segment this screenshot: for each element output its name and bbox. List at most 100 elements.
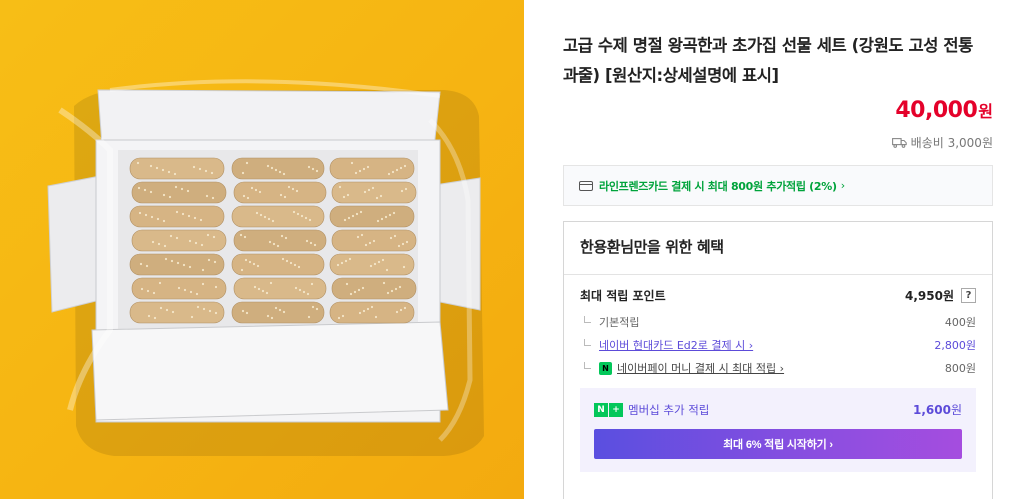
- puffed-rice-speck: [266, 164, 270, 168]
- membership-panel: N + 멤버십 추가 적립 1,600원 최대 6% 적립 시작하기 ›: [580, 388, 976, 472]
- start-membership-button[interactable]: 최대 6% 적립 시작하기 ›: [594, 429, 962, 459]
- hangwa-cookie: [231, 157, 325, 180]
- puffed-rice-speck: [294, 286, 298, 290]
- card-promo-banner[interactable]: 라인프렌즈카드 결제 시 최대 800원 추가적립 (2%) ›: [563, 165, 993, 206]
- puffed-rice-speck: [149, 190, 153, 194]
- puffed-rice-speck: [147, 314, 151, 318]
- puffed-rice-speck: [261, 289, 265, 293]
- points-item-basic: 기본적립 400원: [580, 314, 976, 330]
- puffed-rice-speck: [201, 268, 205, 272]
- puffed-rice-speck: [256, 264, 260, 268]
- points-item-label: 기본적립: [599, 316, 640, 329]
- membership-value-unit: 원: [950, 403, 962, 417]
- puffed-rice-speck: [311, 167, 315, 171]
- credit-card-icon: [579, 180, 593, 191]
- puffed-rice-speck: [399, 166, 403, 170]
- hangwa-gift-box-illustration: [47, 79, 484, 457]
- puffed-rice-speck: [239, 233, 243, 237]
- puffed-rice-speck: [362, 309, 366, 313]
- puffed-rice-speck: [372, 239, 376, 243]
- puffed-rice-speck: [268, 240, 272, 244]
- puffed-rice-speck: [207, 258, 211, 262]
- membership-label: 멤버십 추가 적립: [628, 402, 710, 417]
- puffed-rice-speck: [175, 236, 179, 240]
- puffed-rice-speck: [259, 213, 263, 217]
- puffed-rice-speck: [357, 288, 361, 292]
- points-item-hyundai-card[interactable]: 네이버 현대카드 Ed2로 결제 시 › 2,800원: [580, 337, 976, 353]
- puffed-rice-speck: [149, 164, 153, 168]
- puffed-rice-speck: [395, 310, 399, 314]
- puffed-rice-speck: [173, 172, 177, 176]
- puffed-rice-speck: [343, 218, 347, 222]
- puffed-rice-speck: [307, 315, 311, 319]
- price: 40,000 원: [895, 98, 993, 123]
- puffed-rice-speck: [403, 306, 407, 310]
- naverpay-icon: N: [599, 361, 612, 375]
- puffed-rice-speck: [190, 315, 194, 319]
- puffed-rice-speck: [193, 216, 197, 220]
- puffed-rice-speck: [385, 268, 389, 272]
- puffed-rice-speck: [369, 264, 373, 268]
- branch-line-icon: [584, 316, 591, 323]
- hangwa-cookie: [329, 205, 415, 228]
- hangwa-cookie: [329, 301, 415, 324]
- puffed-rice-speck: [146, 289, 150, 293]
- puffed-rice-speck: [282, 310, 286, 314]
- points-item-label[interactable]: 네이버페이 머니 결제 시 최대 적립 ›: [617, 360, 784, 376]
- help-icon[interactable]: ?: [961, 288, 976, 303]
- puffed-rice-speck: [367, 188, 371, 192]
- puffed-rice-speck: [356, 235, 360, 239]
- puffed-rice-speck: [250, 186, 254, 190]
- points-item-naverpay[interactable]: N 네이버페이 머니 결제 시 최대 적립 › 800원: [580, 360, 976, 376]
- puffed-rice-speck: [296, 212, 300, 216]
- puffed-rice-speck: [390, 289, 394, 293]
- puffed-rice-speck: [382, 281, 386, 285]
- puffed-rice-speck: [349, 292, 353, 296]
- puffed-rice-speck: [153, 316, 157, 320]
- card-promo-text: 라인프렌즈카드 결제 시 최대 800원 추가적립 (2%): [599, 179, 837, 193]
- puffed-rice-speck: [205, 194, 209, 198]
- puffed-rice-speck: [363, 190, 367, 194]
- puffed-rice-speck: [289, 261, 293, 265]
- hangwa-cookies: [129, 157, 417, 324]
- puffed-rice-speck: [269, 281, 273, 285]
- puffed-rice-speck: [137, 186, 141, 190]
- puffed-rice-speck: [192, 165, 196, 169]
- puffed-rice-speck: [397, 244, 401, 248]
- puffed-rice-speck: [211, 196, 215, 200]
- points-item-value: 2,800원: [934, 339, 976, 352]
- puffed-rice-speck: [171, 310, 175, 314]
- hangwa-cookie: [331, 277, 417, 300]
- puffed-rice-speck: [183, 288, 187, 292]
- points-item-label[interactable]: 네이버 현대카드 Ed2로 결제 시 ›: [599, 337, 753, 353]
- shipping-fee-text: 배송비 3,000원: [910, 136, 993, 150]
- puffed-rice-speck: [284, 236, 288, 240]
- puffed-rice-speck: [404, 187, 408, 191]
- puffed-rice-speck: [399, 308, 403, 312]
- puffed-rice-speck: [374, 315, 378, 319]
- puffed-rice-speck: [340, 261, 344, 265]
- puffed-rice-speck: [246, 196, 250, 200]
- puffed-rice-speck: [245, 311, 249, 315]
- puffed-rice-speck: [258, 190, 262, 194]
- puffed-rice-speck: [353, 290, 357, 294]
- price-unit: 원: [978, 102, 993, 121]
- puffed-rice-speck: [392, 211, 396, 215]
- puffed-rice-speck: [241, 309, 245, 313]
- puffed-rice-speck: [194, 241, 198, 245]
- puffed-rice-speck: [292, 210, 296, 214]
- puffed-rice-speck: [394, 287, 398, 291]
- puffed-rice-speck: [287, 185, 291, 189]
- puffed-rice-speck: [297, 265, 301, 269]
- puffed-rice-speck: [293, 263, 297, 267]
- puffed-rice-speck: [271, 219, 275, 223]
- puffed-rice-speck: [157, 242, 161, 246]
- puffed-rice-speck: [350, 161, 354, 165]
- puffed-rice-speck: [376, 219, 380, 223]
- puffed-rice-speck: [167, 170, 171, 174]
- puffed-rice-speck: [291, 187, 295, 191]
- puffed-rice-speck: [244, 258, 248, 262]
- puffed-rice-speck: [364, 243, 368, 247]
- puffed-rice-speck: [281, 257, 285, 261]
- membership-value-number: 1,600: [912, 403, 951, 417]
